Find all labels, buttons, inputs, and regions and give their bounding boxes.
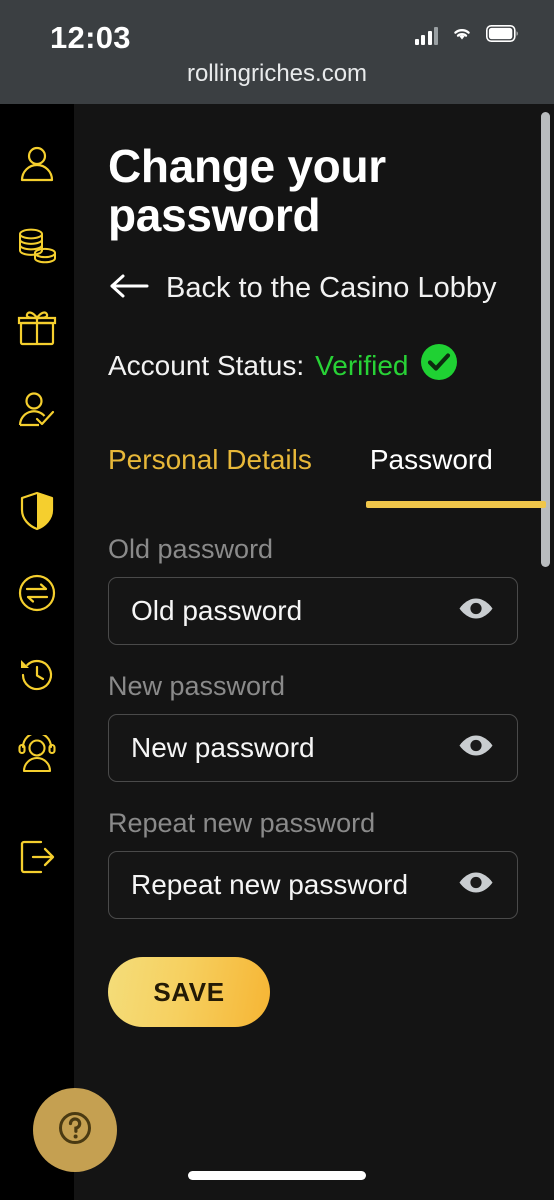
tab-bar: Personal Details Password xyxy=(108,444,546,509)
sidebar-item-verification[interactable] xyxy=(0,372,74,454)
wifi-icon xyxy=(450,24,474,47)
user-verified-icon xyxy=(15,389,59,438)
sidebar-item-bonuses[interactable] xyxy=(0,290,74,372)
repeat-new-password-input[interactable]: Repeat new password xyxy=(108,851,518,920)
question-mark-icon xyxy=(53,1106,97,1155)
back-to-lobby-link[interactable]: Back to the Casino Lobby xyxy=(108,272,518,305)
sidebar-divider-gap-2 xyxy=(0,800,74,818)
field-label-new-password: New password xyxy=(108,671,286,702)
user-account-icon xyxy=(15,143,59,192)
vertical-scrollbar[interactable] xyxy=(541,112,550,567)
transfer-arrows-icon xyxy=(15,571,59,620)
arrow-left-icon xyxy=(108,272,150,305)
help-button[interactable] xyxy=(33,1088,117,1172)
sidebar-nav xyxy=(0,104,74,1200)
new-password-value: New password xyxy=(131,732,315,764)
eye-icon[interactable] xyxy=(457,733,495,764)
sidebar-item-logout[interactable] xyxy=(0,818,74,900)
field-label-old-password: Old password xyxy=(108,534,274,565)
field-label-repeat-new-password: Repeat new password xyxy=(108,808,376,839)
battery-icon xyxy=(486,24,520,47)
sidebar-item-transactions[interactable] xyxy=(0,554,74,636)
tab-active-underline xyxy=(366,501,546,509)
new-password-input[interactable]: New password xyxy=(108,714,518,783)
status-bar-clock: 12:03 xyxy=(50,20,131,55)
eye-icon[interactable] xyxy=(457,870,495,901)
repeat-new-password-value: Repeat new password xyxy=(131,869,409,901)
check-circle-icon xyxy=(420,343,458,388)
sidebar-item-responsible-gaming[interactable] xyxy=(0,472,74,554)
field-old-password: Old password Old password xyxy=(108,534,518,646)
account-status-label: Account Status: xyxy=(108,349,305,381)
old-password-value: Old password xyxy=(131,595,303,627)
tab-personal-details[interactable]: Personal Details xyxy=(108,444,312,482)
status-bar: 12:03 rollingriches.com xyxy=(0,0,554,104)
phone-screen: 12:03 rollingriches.com Change your pass… xyxy=(0,0,554,1200)
sidebar-item-support[interactable] xyxy=(0,718,74,800)
browser-url-label: rollingriches.com xyxy=(186,60,368,87)
status-badge: Verified xyxy=(315,349,409,381)
logout-icon xyxy=(15,835,59,884)
cellular-signal-icon xyxy=(414,26,438,45)
page-title: Change your password xyxy=(108,140,386,242)
gift-box-icon xyxy=(15,307,59,356)
status-bar-icons xyxy=(414,24,521,47)
headset-support-icon xyxy=(14,731,60,784)
old-password-input[interactable]: Old password xyxy=(108,577,518,646)
tab-password[interactable]: Password xyxy=(370,444,493,482)
field-repeat-new-password: Repeat new password Repeat new password xyxy=(108,808,518,920)
sidebar-item-account[interactable] xyxy=(0,126,74,208)
field-new-password: New password New password xyxy=(108,671,518,783)
shield-icon xyxy=(17,489,57,538)
sidebar-item-history[interactable] xyxy=(0,636,74,718)
main-content: Change your password Back to the Casino … xyxy=(74,104,554,1200)
home-indicator xyxy=(188,1171,366,1180)
save-button[interactable]: SAVE xyxy=(108,957,270,1028)
sidebar-divider-gap xyxy=(0,454,74,472)
eye-icon[interactable] xyxy=(457,596,495,627)
back-to-lobby-label: Back to the Casino Lobby xyxy=(166,272,497,305)
coins-stack-icon xyxy=(14,225,60,274)
account-status-row: Account Status: Verified xyxy=(108,343,518,388)
history-clock-icon xyxy=(15,653,59,702)
sidebar-item-cashier[interactable] xyxy=(0,208,74,290)
